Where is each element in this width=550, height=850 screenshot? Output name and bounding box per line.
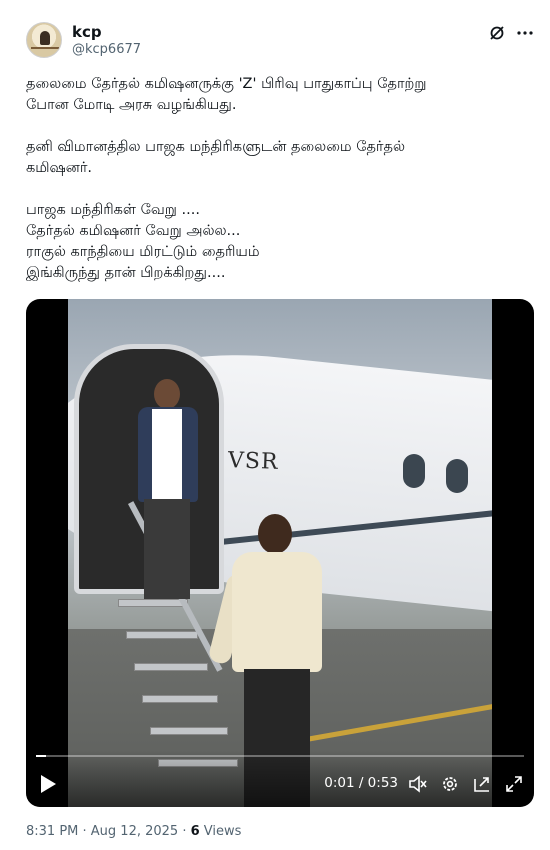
author-handle[interactable]: @kcp6677 xyxy=(72,42,141,57)
more-icon[interactable] xyxy=(516,24,534,42)
grok-icon[interactable] xyxy=(488,24,506,42)
progress-bar[interactable] xyxy=(36,755,524,757)
header-actions xyxy=(488,24,534,42)
tweet-text: தலைமை தேர்தல் கமிஷனருக்கு 'Z' பிரிவு பாத… xyxy=(26,76,427,281)
video-frame[interactable]: VSR xyxy=(68,299,492,807)
tweet-footer: 8:31 PM · Aug 12, 2025 · 6 Views xyxy=(26,824,241,839)
pip-icon[interactable] xyxy=(471,773,493,795)
views-label: Views xyxy=(199,824,242,839)
avatar[interactable] xyxy=(26,22,62,58)
progress-fill xyxy=(36,755,46,757)
play-icon[interactable] xyxy=(38,773,58,795)
time-display: 0:01 / 0:53 xyxy=(324,775,398,791)
video-player[interactable]: VSR 0:01 / 0:53 xyxy=(26,299,534,807)
views-count: 6 xyxy=(190,824,200,839)
settings-icon[interactable] xyxy=(439,773,461,795)
timestamp[interactable]: 8:31 PM · Aug 12, 2025 · xyxy=(26,824,191,839)
mute-icon[interactable] xyxy=(407,773,429,795)
author-name[interactable]: kcp xyxy=(72,23,102,41)
tweet-header: kcp @kcp6677 xyxy=(26,20,534,62)
video-controls: 0:01 / 0:53 xyxy=(26,751,534,807)
aircraft-marking: VSR xyxy=(227,448,279,475)
fullscreen-icon[interactable] xyxy=(503,773,525,795)
